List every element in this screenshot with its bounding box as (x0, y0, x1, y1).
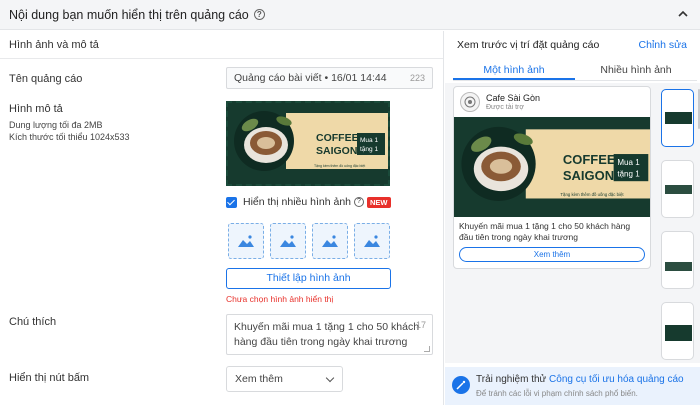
image-slot[interactable] (270, 223, 306, 259)
tab-single-image[interactable]: Một hình ảnh (453, 61, 575, 80)
optimization-tip: Trải nghiệm thử Công cụ tối ưu hóa quảng… (445, 367, 700, 405)
ad-name-input[interactable]: Quảng cáo bài viết • 16/01 14:44 223 (226, 67, 433, 89)
image-placeholder-icon (364, 235, 380, 247)
cta-button-select[interactable]: Xem thêm (226, 366, 343, 392)
optimization-tool-link[interactable]: Công cụ tối ưu hóa quảng cáo (549, 374, 684, 385)
caption-value: Khuyến mãi mua 1 tặng 1 cho 50 khách hàn… (234, 321, 420, 348)
image-error-message: Chưa chọn hình ảnh hiển thị (226, 294, 334, 304)
placement-thumbnail[interactable] (661, 302, 694, 360)
tip-text: Trải nghiệm thử Công cụ tối ưu hóa quảng… (476, 374, 684, 385)
preview-title: Xem trước vị trí đặt quảng cáo (457, 39, 600, 51)
multi-image-label: Hiển thị nhiều hình ảnh (243, 196, 351, 208)
coffee-saigon-banner: COFFEE SAIGON Mua 1 tặng 1 Tặng kèm thêm… (454, 117, 650, 217)
placement-thumbnail[interactable] (661, 231, 694, 289)
preview-tabs: Một hình ảnh Nhiều hình ảnh (453, 61, 697, 81)
banner-line1: COFFEE (316, 132, 359, 144)
banner-promo1: Mua 1 (617, 158, 640, 167)
card-caption: Khuyến mãi mua 1 tặng 1 cho 50 khách hàn… (459, 221, 631, 242)
image-slots (228, 223, 390, 259)
page-name: Cafe Sài Gòn (486, 92, 541, 103)
preview-panel: Xem trước vị trí đặt quảng cáo Chỉnh sửa… (445, 31, 700, 405)
checkbox-checked-icon[interactable] (226, 196, 237, 208)
magic-wand-icon (452, 376, 470, 394)
setup-images-button[interactable]: Thiết lập hình ảnh (226, 268, 391, 289)
image-slot[interactable] (228, 223, 264, 259)
form-subheading: Hình ảnh và mô tả (0, 31, 443, 59)
tip-prefix: Trải nghiệm thử (476, 374, 550, 385)
banner-promo2: tặng 1 (360, 146, 378, 153)
main-ad-image[interactable]: COFFEE SAIGON Mua 1 tặng 1 Tặng kèm thêm… (226, 101, 390, 186)
page-logo-icon (460, 92, 480, 112)
banner-line2: SAIGON (316, 145, 357, 157)
card-header: Cafe Sài Gòn Được tài trợ (454, 87, 650, 117)
banner-promo1: Mua 1 (360, 137, 378, 144)
coffee-saigon-banner: COFFEE SAIGON Mua 1 tặng 1 Tặng kèm thêm… (228, 103, 388, 184)
section-title: Nội dung bạn muốn hiển thị trên quảng cá… (9, 7, 249, 22)
ad-name-char-count: 223 (409, 73, 425, 83)
caption-textarea[interactable]: Khuyến mãi mua 1 tặng 1 cho 50 khách hàn… (226, 314, 433, 355)
card-image: COFFEE SAIGON Mua 1 tặng 1 Tặng kèm thêm… (454, 117, 650, 217)
placement-thumbnail[interactable] (661, 160, 694, 218)
ad-name-value: Quảng cáo bài viết • 16/01 14:44 (234, 72, 387, 84)
section-header: Nội dung bạn muốn hiển thị trên quảng cá… (0, 0, 700, 30)
edit-link[interactable]: Chỉnh sửa (639, 39, 687, 51)
banner-line1: COFFEE (563, 152, 616, 167)
caption-label: Chú thích (9, 316, 57, 328)
placement-thumbnail[interactable] (661, 89, 694, 147)
banner-fine-print: Tặng kèm thêm đồ uống đặc biệt (314, 164, 365, 168)
image-slot[interactable] (312, 223, 348, 259)
multi-image-toggle[interactable]: Hiển thị nhiều hình ảnh ? NEW (226, 196, 391, 208)
image-placeholder-icon (322, 235, 338, 247)
card-cta-button[interactable]: Xem thêm (459, 247, 645, 262)
resize-handle-icon[interactable] (424, 346, 430, 352)
new-badge: NEW (367, 196, 391, 208)
tab-multiple-images[interactable]: Nhiều hình ảnh (575, 61, 697, 80)
image-slot[interactable] (354, 223, 390, 259)
chevron-down-icon (325, 373, 335, 383)
caption-char-count: 17 (415, 320, 426, 330)
ad-name-label: Tên quảng cáo (9, 73, 83, 85)
banner-promo2: tặng 1 (617, 169, 640, 178)
image-placeholder-icon (280, 235, 296, 247)
cta-button-selected: Xem thêm (235, 373, 283, 385)
image-placeholder-icon (238, 235, 254, 247)
image-capacity-hint: Dung lượng tối đa 2MB (9, 120, 103, 130)
cta-button-label: Hiển thị nút bấm (9, 372, 90, 384)
placement-thumbnails (661, 89, 696, 373)
help-icon[interactable]: ? (253, 9, 265, 20)
banner-fine-print: Tặng kèm thêm đồ uống đặc biệt (560, 192, 624, 197)
help-icon[interactable]: ? (354, 197, 364, 207)
image-label: Hình mô tả (9, 103, 63, 115)
tip-subtext: Để tránh các lỗi vi phạm chính sách phổ … (476, 389, 638, 398)
image-size-hint: Kích thước tối thiểu 1024x533 (9, 132, 130, 142)
chevron-up-icon[interactable] (678, 9, 688, 19)
sponsored-label: Được tài trợ (486, 103, 524, 111)
banner-line2: SAIGON (563, 168, 614, 183)
ad-preview-card: Cafe Sài Gòn Được tài trợ COFFEE SAIGON … (453, 86, 651, 269)
